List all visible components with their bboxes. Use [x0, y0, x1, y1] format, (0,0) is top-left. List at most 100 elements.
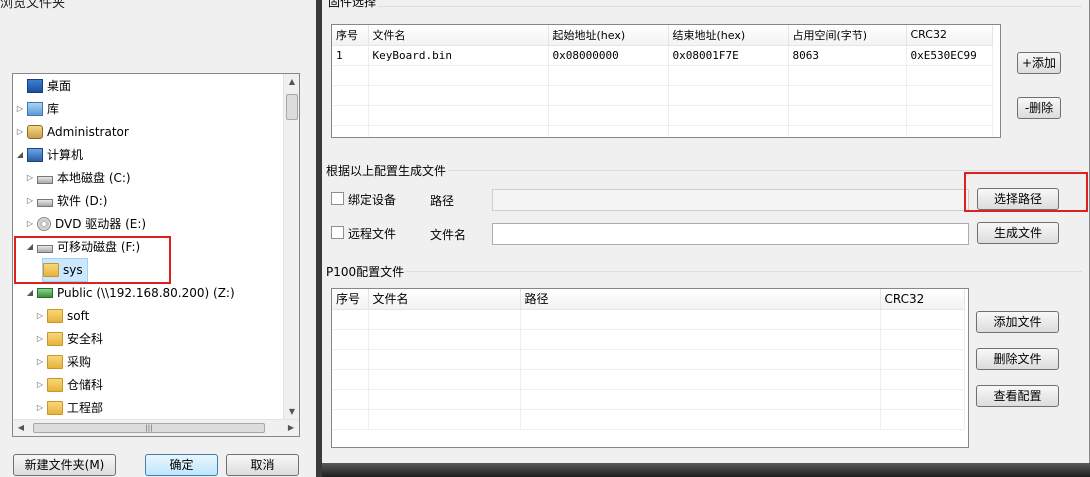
window-bottom-edge: [322, 463, 1090, 477]
tree-item-library[interactable]: ▷ 库: [15, 98, 59, 120]
collapse-arrow-icon[interactable]: ◢: [25, 282, 35, 304]
collapse-arrow-icon[interactable]: ◢: [25, 236, 35, 258]
tree-item-label: 计算机: [47, 148, 84, 162]
path-field[interactable]: [492, 189, 969, 211]
hard-drive-icon: [37, 176, 53, 184]
expand-arrow-icon[interactable]: ▷: [15, 121, 25, 143]
scroll-left-icon[interactable]: ◀: [13, 420, 29, 436]
tree-item-drive-e[interactable]: ▷ DVD 驱动器 (E:): [25, 213, 146, 235]
tree-item-drive-c[interactable]: ▷ 本地磁盘 (C:): [25, 167, 131, 189]
bind-device-label: 绑定设备: [348, 193, 397, 207]
tree-item-drive-z[interactable]: ◢ Public (\\192.168.80.200) (Z:): [25, 282, 235, 304]
delete-firmware-button[interactable]: -删除: [1017, 97, 1061, 119]
folder-tree[interactable]: 桌面 ▷ 库 ▷ Administrator ◢ 计算机 ▷ 本地磁盘 (C:)…: [12, 73, 300, 437]
tree-item-sys[interactable]: sys: [42, 258, 88, 282]
filename-label: 文件名: [430, 228, 467, 242]
tree-item-label: 库: [47, 102, 60, 116]
remote-file-label: 远程文件: [348, 227, 397, 241]
new-folder-button[interactable]: 新建文件夹(M): [13, 454, 116, 476]
table-row: [332, 389, 965, 410]
expand-arrow-icon[interactable]: ▷: [35, 305, 45, 327]
folder-icon: [47, 378, 63, 392]
table-row[interactable]: 1 KeyBoard.bin 0x08000000 0x08001F7E 806…: [332, 45, 993, 66]
filename-field[interactable]: [492, 223, 969, 245]
firmware-table[interactable]: 序号 文件名 起始地址(hex) 结束地址(hex) 占用空间(字节) CRC3…: [331, 24, 1001, 138]
hard-drive-icon: [37, 199, 53, 207]
generate-file-button[interactable]: 生成文件: [977, 222, 1059, 244]
generate-section-title: 根据以上配置生成文件: [324, 162, 449, 179]
column-header[interactable]: 占用空间(字节): [788, 25, 907, 46]
column-header[interactable]: 结束地址(hex): [668, 25, 789, 46]
cell-size: 8063: [788, 45, 907, 66]
path-label: 路径: [430, 194, 455, 208]
column-header[interactable]: 文件名: [368, 25, 549, 46]
table-row: [332, 125, 993, 137]
tree-item-computer[interactable]: ◢ 计算机: [15, 144, 83, 166]
vertical-scrollbar[interactable]: ▲ ▼: [283, 74, 299, 420]
library-icon: [27, 102, 43, 116]
add-firmware-button[interactable]: +添加: [1017, 52, 1061, 74]
scroll-thumb[interactable]: |||: [33, 423, 265, 433]
tree-item-administrator[interactable]: ▷ Administrator: [15, 121, 129, 143]
add-file-button[interactable]: 添加文件: [976, 311, 1059, 333]
column-header[interactable]: CRC32: [906, 25, 993, 46]
p100-table[interactable]: 序号 文件名 路径 CRC32: [331, 288, 969, 448]
scroll-up-icon[interactable]: ▲: [284, 74, 299, 90]
column-header[interactable]: 路径: [520, 289, 881, 310]
ok-button[interactable]: 确定: [145, 454, 218, 476]
user-folder-icon: [27, 125, 43, 139]
scroll-thumb[interactable]: [286, 94, 298, 120]
tree-item-desktop[interactable]: 桌面: [15, 75, 71, 97]
bind-device-checkbox[interactable]: [331, 192, 344, 205]
section-divider: [326, 6, 1082, 7]
tree-item-label: 本地磁盘 (C:): [57, 171, 131, 185]
column-header[interactable]: 起始地址(hex): [548, 25, 669, 46]
tree-item-label: Public (\\192.168.80.200) (Z:): [57, 286, 235, 300]
table-row: [332, 105, 993, 126]
expand-arrow-icon[interactable]: ▷: [25, 213, 35, 235]
column-header[interactable]: CRC32: [880, 289, 965, 310]
tree-item-purchase[interactable]: ▷ 采购: [35, 351, 91, 373]
column-header[interactable]: 文件名: [368, 289, 521, 310]
expand-arrow-icon[interactable]: ▷: [25, 190, 35, 212]
tree-item-engineering[interactable]: ▷ 工程部: [35, 397, 103, 419]
expand-arrow-icon[interactable]: ▷: [35, 397, 45, 419]
remote-file-checkbox[interactable]: [331, 226, 344, 239]
config-window: 固件选择 序号 文件名 起始地址(hex) 结束地址(hex) 占用空间(字节)…: [322, 0, 1090, 477]
firmware-section-title: 固件选择: [326, 0, 379, 10]
column-header[interactable]: 序号: [332, 25, 369, 46]
tree-item-drive-f[interactable]: ◢ 可移动磁盘 (F:): [25, 236, 140, 258]
delete-file-button[interactable]: 删除文件: [976, 348, 1059, 370]
table-header: 序号 文件名 路径 CRC32: [332, 289, 965, 310]
tree-item-soft[interactable]: ▷ soft: [35, 305, 89, 327]
cell-index: 1: [332, 45, 369, 66]
expand-arrow-icon[interactable]: ▷: [35, 351, 45, 373]
expand-arrow-icon[interactable]: ▷: [15, 98, 25, 120]
column-header[interactable]: 序号: [332, 289, 369, 310]
folder-icon: [47, 332, 63, 346]
cell-start-address: 0x08000000: [548, 45, 669, 66]
scroll-right-icon[interactable]: ▶: [283, 420, 299, 436]
collapse-arrow-icon[interactable]: ◢: [15, 144, 25, 166]
horizontal-scrollbar[interactable]: ◀ ||| ▶: [13, 419, 299, 436]
tree-item-label: 工程部: [67, 401, 104, 415]
tree-item-drive-d[interactable]: ▷ 软件 (D:): [25, 190, 108, 212]
scroll-down-icon[interactable]: ▼: [284, 404, 299, 420]
p100-section-title: P100配置文件: [324, 263, 407, 280]
expand-arrow-icon[interactable]: ▷: [35, 374, 45, 396]
view-config-button[interactable]: 查看配置: [976, 385, 1059, 407]
tree-item-label: 安全科: [67, 332, 104, 346]
table-row: [332, 65, 993, 86]
tree-item-safety[interactable]: ▷ 安全科: [35, 328, 103, 350]
cancel-button[interactable]: 取消: [226, 454, 299, 476]
folder-icon: [47, 401, 63, 415]
choose-path-button[interactable]: 选择路径: [977, 188, 1059, 210]
dialog-title: 浏览文件夹: [0, 0, 66, 11]
dvd-drive-icon: [37, 217, 51, 231]
table-row: [332, 409, 965, 430]
section-divider: [326, 271, 1082, 272]
cell-filename: KeyBoard.bin: [368, 45, 549, 66]
tree-item-warehouse[interactable]: ▷ 仓储科: [35, 374, 103, 396]
expand-arrow-icon[interactable]: ▷: [35, 328, 45, 350]
expand-arrow-icon[interactable]: ▷: [25, 167, 35, 189]
